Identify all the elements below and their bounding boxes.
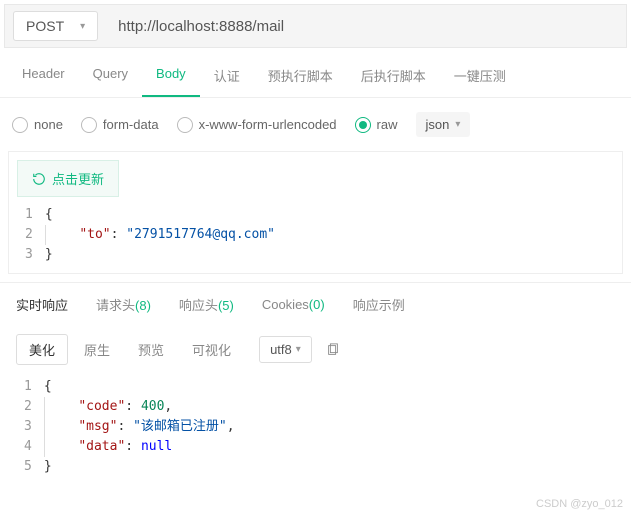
request-tabs: Header Query Body 认证 预执行脚本 后执行脚本 一键压测 [0,56,631,98]
encoding-select[interactable]: utf8 ▾ [259,336,312,363]
tab-body[interactable]: Body [142,56,200,97]
response-tabs: 实时响应 请求头(8) 响应头(5) Cookies(0) 响应示例 [0,282,631,326]
chevron-down-icon: ▾ [296,344,301,355]
tab-postscript[interactable]: 后执行脚本 [347,56,440,97]
radio-icon [81,117,97,133]
body-type-none[interactable]: none [12,117,63,133]
view-raw[interactable]: 原生 [72,335,122,364]
view-modes: 美化 原生 预览 可视化 utf8 ▾ [0,326,631,373]
method-value: POST [26,18,64,34]
url-input[interactable] [114,14,618,39]
method-select[interactable]: POST ▾ [13,11,98,41]
resp-tab-cookies[interactable]: Cookies(0) [262,297,325,312]
radio-icon [177,117,193,133]
raw-type-select[interactable]: json ▾ [416,112,471,137]
request-bar: POST ▾ [4,4,627,48]
response-body-code[interactable]: 12345 { "code": 400, "msg": "该邮箱已注册", "d… [0,373,631,481]
view-preview[interactable]: 预览 [126,335,176,364]
radio-icon [12,117,28,133]
tab-header[interactable]: Header [8,56,79,97]
radio-icon [355,117,371,133]
view-visual[interactable]: 可视化 [180,335,243,364]
refresh-icon [32,172,46,186]
tab-prescript[interactable]: 预执行脚本 [254,56,347,97]
line-gutter: 12345 [8,377,44,477]
view-beautify[interactable]: 美化 [16,334,68,365]
tab-stress[interactable]: 一键压测 [440,56,520,97]
body-type-formdata[interactable]: form-data [81,117,159,133]
tab-auth[interactable]: 认证 [200,56,254,97]
resp-tab-request-headers[interactable]: 请求头(8) [96,295,151,314]
body-type-raw[interactable]: raw [355,117,398,133]
chevron-down-icon: ▾ [455,119,460,130]
resp-tab-live[interactable]: 实时响应 [16,295,68,314]
resp-tab-response-headers[interactable]: 响应头(5) [179,295,234,314]
line-gutter: 123 [9,205,45,265]
tab-query[interactable]: Query [79,56,142,97]
request-body-code[interactable]: 123 { "to": "2791517764@qq.com" } [9,205,622,273]
body-type-row: none form-data x-www-form-urlencoded raw… [0,98,631,151]
request-body-editor: 点击更新 123 { "to": "2791517764@qq.com" } [8,151,623,274]
copy-icon[interactable] [326,343,340,357]
body-type-urlencoded[interactable]: x-www-form-urlencoded [177,117,337,133]
refresh-button[interactable]: 点击更新 [17,160,119,197]
watermark: CSDN @zyo_012 [536,498,623,510]
chevron-down-icon: ▾ [80,21,85,32]
resp-tab-example[interactable]: 响应示例 [353,295,405,314]
